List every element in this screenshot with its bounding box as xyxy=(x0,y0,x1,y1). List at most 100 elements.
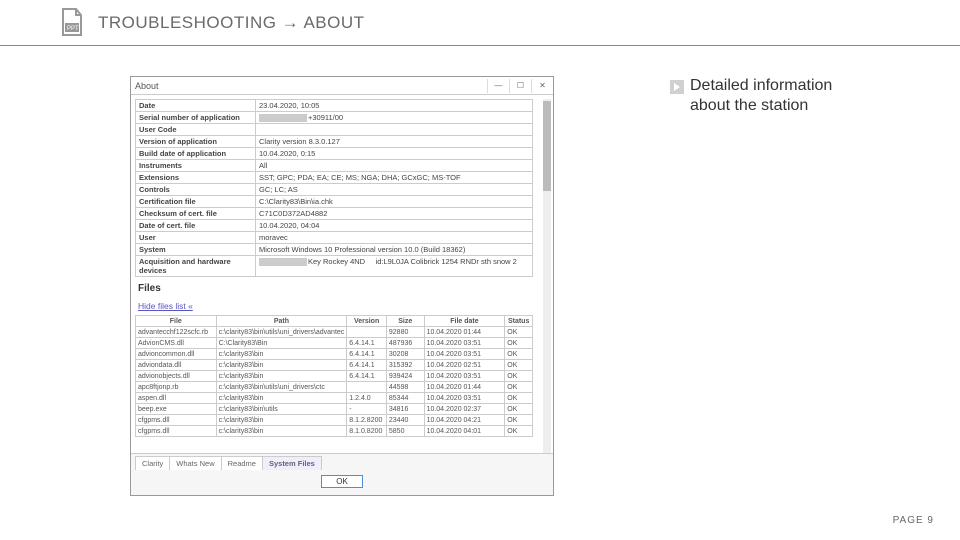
files-cell: 5850 xyxy=(386,426,424,437)
files-column-header: Path xyxy=(216,316,347,327)
files-cell: 6.4.14.1 xyxy=(347,338,387,349)
files-cell: 10.04.2020 03:51 xyxy=(424,393,505,404)
files-cell: 939424 xyxy=(386,371,424,382)
files-cell: 30208 xyxy=(386,349,424,360)
files-cell: aspen.dll xyxy=(136,393,217,404)
info-value: moravec xyxy=(256,232,533,244)
files-cell: 6.4.14.1 xyxy=(347,349,387,360)
info-key: Acquisition and hardware devices xyxy=(136,256,256,277)
tab-clarity[interactable]: Clarity xyxy=(135,456,170,470)
tab-system-files[interactable]: System Files xyxy=(262,456,322,470)
info-value: Key Rockey 4ND id:L9L0JA Colibrick 1254 … xyxy=(256,256,533,277)
info-row: Checksum of cert. fileC71C0D372AD4882 xyxy=(136,208,533,220)
info-row: Date of cert. file10.04.2020, 04:04 xyxy=(136,220,533,232)
files-row: beep.exec:\clarity83\bin\utils-3481610.0… xyxy=(136,404,533,415)
files-cell: cfgpms.dll xyxy=(136,426,217,437)
files-cell: OK xyxy=(505,338,533,349)
files-cell: c:\clarity83\bin\utils\uni_drivers\advan… xyxy=(216,327,347,338)
files-cell: OK xyxy=(505,426,533,437)
tab-readme[interactable]: Readme xyxy=(221,456,263,470)
files-cell: 10.04.2020 03:51 xyxy=(424,371,505,382)
ok-button[interactable]: OK xyxy=(321,475,363,488)
info-value: 10.04.2020, 04:04 xyxy=(256,220,533,232)
info-row: Date23.04.2020, 10:05 xyxy=(136,100,533,112)
files-cell: OK xyxy=(505,393,533,404)
files-column-header: Size xyxy=(386,316,424,327)
info-key: Certification file xyxy=(136,196,256,208)
info-table: Date23.04.2020, 10:05Serial number of ap… xyxy=(135,99,533,277)
info-key: Serial number of application xyxy=(136,112,256,124)
info-row: SystemMicrosoft Windows 10 Professional … xyxy=(136,244,533,256)
files-cell: 92880 xyxy=(386,327,424,338)
minimize-button[interactable]: — xyxy=(487,79,509,93)
info-row: ExtensionsSST; GPC; PDA; EA; CE; MS; NGA… xyxy=(136,172,533,184)
files-cell: 10.04.2020 04:01 xyxy=(424,426,505,437)
info-row: User Code xyxy=(136,124,533,136)
annotation: Detailed informationabout the station xyxy=(670,76,870,116)
files-cell: c:\clarity83\bin xyxy=(216,393,347,404)
info-key: Date of cert. file xyxy=(136,220,256,232)
info-value: C71C0D372AD4882 xyxy=(256,208,533,220)
files-cell: 10.04.2020 03:51 xyxy=(424,349,505,360)
info-value: +30911/00 xyxy=(256,112,533,124)
files-cell xyxy=(347,382,387,393)
info-key: Version of application xyxy=(136,136,256,148)
files-cell: OK xyxy=(505,415,533,426)
files-cell: c:\clarity83\bin xyxy=(216,349,347,360)
files-cell: OK xyxy=(505,404,533,415)
files-row: advionobjects.dllc:\clarity83\bin6.4.14.… xyxy=(136,371,533,382)
files-cell: 8.1.2.8200 xyxy=(347,415,387,426)
maximize-button[interactable]: ☐ xyxy=(509,79,531,93)
files-cell: C:\Clarity83\Bin xyxy=(216,338,347,349)
files-cell: 10.04.2020 04:21 xyxy=(424,415,505,426)
files-cell: 10.04.2020 02:37 xyxy=(424,404,505,415)
files-cell: advionobjects.dll xyxy=(136,371,217,382)
files-cell: 487936 xyxy=(386,338,424,349)
files-cell: beep.exe xyxy=(136,404,217,415)
files-cell: OK xyxy=(505,360,533,371)
info-value: Clarity version 8.3.0.127 xyxy=(256,136,533,148)
info-row: Build date of application10.04.2020, 0:1… xyxy=(136,148,533,160)
scrollbar[interactable] xyxy=(543,99,551,453)
info-key: Build date of application xyxy=(136,148,256,160)
files-row: advioncommon.dllc:\clarity83\bin6.4.14.1… xyxy=(136,349,533,360)
files-cell: 315392 xyxy=(386,360,424,371)
files-row: aspen.dllc:\clarity83\bin1.2.4.08534410.… xyxy=(136,393,533,404)
files-column-header: Version xyxy=(347,316,387,327)
info-row: Usermoravec xyxy=(136,232,533,244)
files-cell: 10.04.2020 01:44 xyxy=(424,327,505,338)
files-row: AdvionCMS.dllC:\Clarity83\Bin6.4.14.1487… xyxy=(136,338,533,349)
files-row: adviondata.dllc:\clarity83\bin6.4.14.131… xyxy=(136,360,533,371)
files-cell: adviondata.dll xyxy=(136,360,217,371)
info-key: Extensions xyxy=(136,172,256,184)
close-button[interactable]: ✕ xyxy=(531,79,553,93)
info-value: GC; LC; AS xyxy=(256,184,533,196)
files-row: apc8ftjonp.rbc:\clarity83\bin\utils\uni_… xyxy=(136,382,533,393)
info-row: Certification fileC:\Clarity83\Bin\ia.ch… xyxy=(136,196,533,208)
files-cell: AdvionCMS.dll xyxy=(136,338,217,349)
info-row: Version of applicationClarity version 8.… xyxy=(136,136,533,148)
info-key: Date xyxy=(136,100,256,112)
info-row: ControlsGC; LC; AS xyxy=(136,184,533,196)
files-row: advantecchf122scfc.rbc:\clarity83\bin\ut… xyxy=(136,327,533,338)
annotation-text: Detailed informationabout the station xyxy=(690,76,870,116)
slide-header: PPT TROUBLESHOOTING → ABOUT xyxy=(0,0,960,46)
files-cell: 34816 xyxy=(386,404,424,415)
files-cell: cfgpms.dll xyxy=(136,415,217,426)
scrollbar-thumb[interactable] xyxy=(543,101,551,191)
info-value: C:\Clarity83\Bin\ia.chk xyxy=(256,196,533,208)
files-cell: 10.04.2020 03:51 xyxy=(424,338,505,349)
files-row: cfgpms.dllc:\clarity83\bin8.1.0.82005850… xyxy=(136,426,533,437)
hide-files-link[interactable]: Hide files list « xyxy=(138,301,193,311)
files-cell: OK xyxy=(505,349,533,360)
dialog-title: About xyxy=(135,81,159,91)
files-cell: 8.1.0.8200 xyxy=(347,426,387,437)
page-number: PAGE 9 xyxy=(893,515,934,526)
info-value: Microsoft Windows 10 Professional versio… xyxy=(256,244,533,256)
files-cell: advantecchf122scfc.rb xyxy=(136,327,217,338)
tab-whats-new[interactable]: Whats New xyxy=(169,456,221,470)
files-cell: 1.2.4.0 xyxy=(347,393,387,404)
info-key: Controls xyxy=(136,184,256,196)
files-cell: advioncommon.dll xyxy=(136,349,217,360)
info-key: User xyxy=(136,232,256,244)
